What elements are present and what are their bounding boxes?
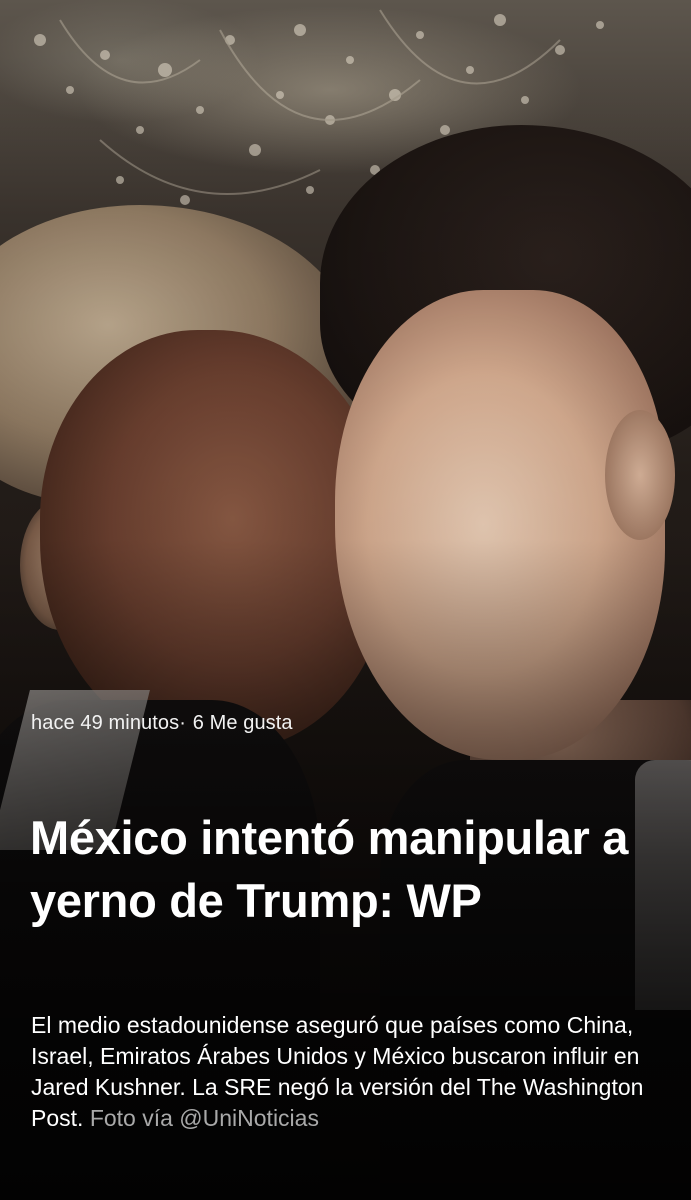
timestamp: hace 49 minutos [31,712,180,734]
story-meta: hace 49 minutos· 6 Me gusta [31,708,293,738]
like-count[interactable]: 6 Me gusta [193,712,293,734]
story-summary: El medio estadounidense aseguró que país… [31,1010,671,1134]
photo-credit[interactable]: Foto vía @UniNoticias [90,1105,319,1131]
meta-separator: · [179,712,187,734]
news-story-card[interactable]: hace 49 minutos· 6 Me gusta México inten… [0,0,691,1200]
story-headline[interactable]: México intentó manipular a yerno de Trum… [30,806,670,932]
